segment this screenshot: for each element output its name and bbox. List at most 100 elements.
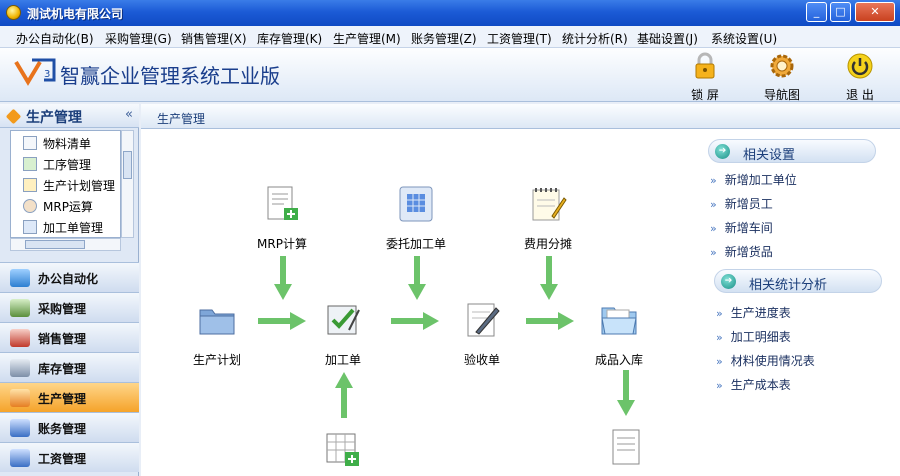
chevron-icon: » [710, 198, 717, 211]
title-bar: 测试机电有限公司 _ □ ✕ [0, 0, 900, 26]
link-processing-details[interactable]: » 加工明细表 [716, 328, 791, 345]
collapse-icon[interactable]: « [125, 107, 133, 122]
arrow-circle-icon: ➔ [715, 144, 730, 159]
menu-office[interactable]: 办公自动化(B) [16, 30, 94, 47]
flow-inspect[interactable]: 验收单 [442, 300, 522, 368]
arrow-down-cost [540, 256, 558, 300]
chevron-icon: » [716, 331, 723, 344]
link-add-goods[interactable]: » 新增货品 [710, 243, 773, 260]
checklist-icon [327, 305, 360, 335]
module-label: 办公自动化 [38, 272, 99, 286]
stock-icon [10, 359, 30, 377]
exit-label: 退 出 [846, 88, 874, 102]
module-label: 工资管理 [38, 452, 87, 466]
flow-finished-label: 成品入库 [594, 353, 643, 367]
accounts-icon [10, 419, 30, 437]
module-purchase[interactable]: 采购管理 [0, 292, 139, 322]
link-label: 新增车间 [724, 221, 773, 235]
menu-basic-settings[interactable]: 基础设置(J) [637, 30, 698, 47]
menu-purchase[interactable]: 采购管理(G) [105, 30, 172, 47]
tree-horizontal-scrollbar[interactable] [10, 238, 121, 251]
product-name: 智赢企业管理系统工业版 [60, 64, 280, 88]
arrow-right-inspect [526, 312, 574, 330]
scroll-thumb[interactable] [25, 240, 85, 249]
module-production[interactable]: 生产管理 [0, 382, 139, 412]
link-production-progress[interactable]: » 生产进度表 [716, 304, 791, 321]
menu-salary[interactable]: 工资管理(T) [487, 30, 552, 47]
chevron-icon: » [716, 355, 723, 368]
plan-icon [23, 178, 37, 192]
menu-sales[interactable]: 销售管理(X) [181, 30, 247, 47]
main-header: 生产管理 [141, 104, 900, 129]
folder-icon [199, 309, 235, 335]
flow-outsource-label: 委托加工单 [385, 237, 446, 251]
arrow-circle-icon: ➔ [721, 274, 736, 289]
chevron-icon: » [710, 246, 717, 259]
purchase-icon [10, 299, 30, 317]
table-add-icon [326, 433, 359, 466]
flow-inspect-label: 验收单 [463, 353, 500, 367]
menu-production[interactable]: 生产管理(M) [333, 30, 401, 47]
main-header-title: 生产管理 [157, 112, 206, 126]
flow-material-node[interactable] [303, 430, 383, 473]
minimize-button[interactable]: _ [806, 2, 827, 22]
close-button[interactable]: ✕ [855, 2, 895, 22]
section-stats-title: 相关统计分析 [749, 278, 828, 293]
tree-item-label: MRP运算 [43, 200, 93, 214]
menu-accounts[interactable]: 账务管理(Z) [411, 30, 477, 47]
link-production-cost[interactable]: » 生产成本表 [716, 376, 791, 393]
diamond-icon [5, 108, 22, 125]
link-label: 新增加工单位 [724, 173, 797, 187]
section-settings-title: 相关设置 [743, 148, 796, 163]
menu-bar: 办公自动化(B) 采购管理(G) 销售管理(X) 库存管理(K) 生产管理(M)… [0, 26, 900, 48]
flow-workorder-label: 加工单 [324, 353, 361, 367]
sidebar-title: 生产管理 [26, 110, 82, 126]
module-office[interactable]: 办公自动化 [0, 262, 139, 292]
exit-button[interactable]: 退 出 [835, 52, 885, 103]
arrow-down-outsource [408, 256, 426, 300]
scroll-thumb[interactable] [123, 151, 132, 179]
sidebar: 生产管理 « 物料清单 工序管理 生产计划管理 MRP运算 加工单管理 办公自动… [0, 104, 139, 476]
module-label: 生产管理 [38, 392, 87, 406]
notepad-pencil-icon [532, 188, 567, 221]
module-label: 账务管理 [38, 422, 87, 436]
link-add-workshop[interactable]: » 新增车间 [710, 219, 773, 236]
link-add-employee[interactable]: » 新增员工 [710, 195, 773, 212]
flow-mrp-label: MRP计算 [257, 237, 307, 251]
link-material-usage[interactable]: » 材料使用情况表 [716, 352, 815, 369]
module-label: 采购管理 [38, 302, 87, 316]
chevron-icon: » [716, 307, 723, 320]
module-salary[interactable]: 工资管理 [0, 442, 139, 472]
tree-item-label: 物料清单 [43, 137, 92, 151]
lock-icon [695, 52, 715, 79]
document-pen-icon [467, 303, 500, 337]
tree-vertical-scrollbar[interactable] [121, 130, 134, 238]
module-accounts[interactable]: 账务管理 [0, 412, 139, 442]
production-icon [10, 389, 30, 407]
maximize-button[interactable]: □ [830, 2, 851, 22]
document-add-icon [267, 186, 298, 220]
link-label: 生产进度表 [730, 306, 791, 320]
link-add-processing-unit[interactable]: » 新增加工单位 [710, 171, 797, 188]
chevron-icon: » [710, 222, 717, 235]
flow-workorder[interactable]: 加工单 [303, 300, 383, 368]
flow-finished[interactable]: 成品入库 [579, 300, 659, 368]
flow-report-node[interactable] [587, 426, 667, 469]
tree-item-label: 工序管理 [43, 158, 92, 172]
lock-screen-button[interactable]: 锁 屏 [680, 52, 730, 103]
arrow-right-workorder [391, 312, 439, 330]
section-settings-header: ➔ 相关设置 [708, 139, 876, 163]
flow-cost[interactable]: 费用分摊 [508, 184, 588, 252]
report-icon [612, 429, 640, 465]
salary-icon [10, 449, 30, 467]
module-stock[interactable]: 库存管理 [0, 352, 139, 382]
menu-statistics[interactable]: 统计分析(R) [562, 30, 628, 47]
guide-map-button[interactable]: 导航图 [757, 52, 807, 103]
flow-outsource[interactable]: 委托加工单 [376, 184, 456, 252]
flow-plan[interactable]: 生产计划 [177, 300, 257, 368]
module-sales[interactable]: 销售管理 [0, 322, 139, 352]
svg-text:3: 3 [44, 69, 50, 80]
menu-stock[interactable]: 库存管理(K) [257, 30, 322, 47]
menu-system-settings[interactable]: 系统设置(U) [711, 30, 777, 47]
flow-mrp[interactable]: MRP计算 [242, 184, 322, 252]
